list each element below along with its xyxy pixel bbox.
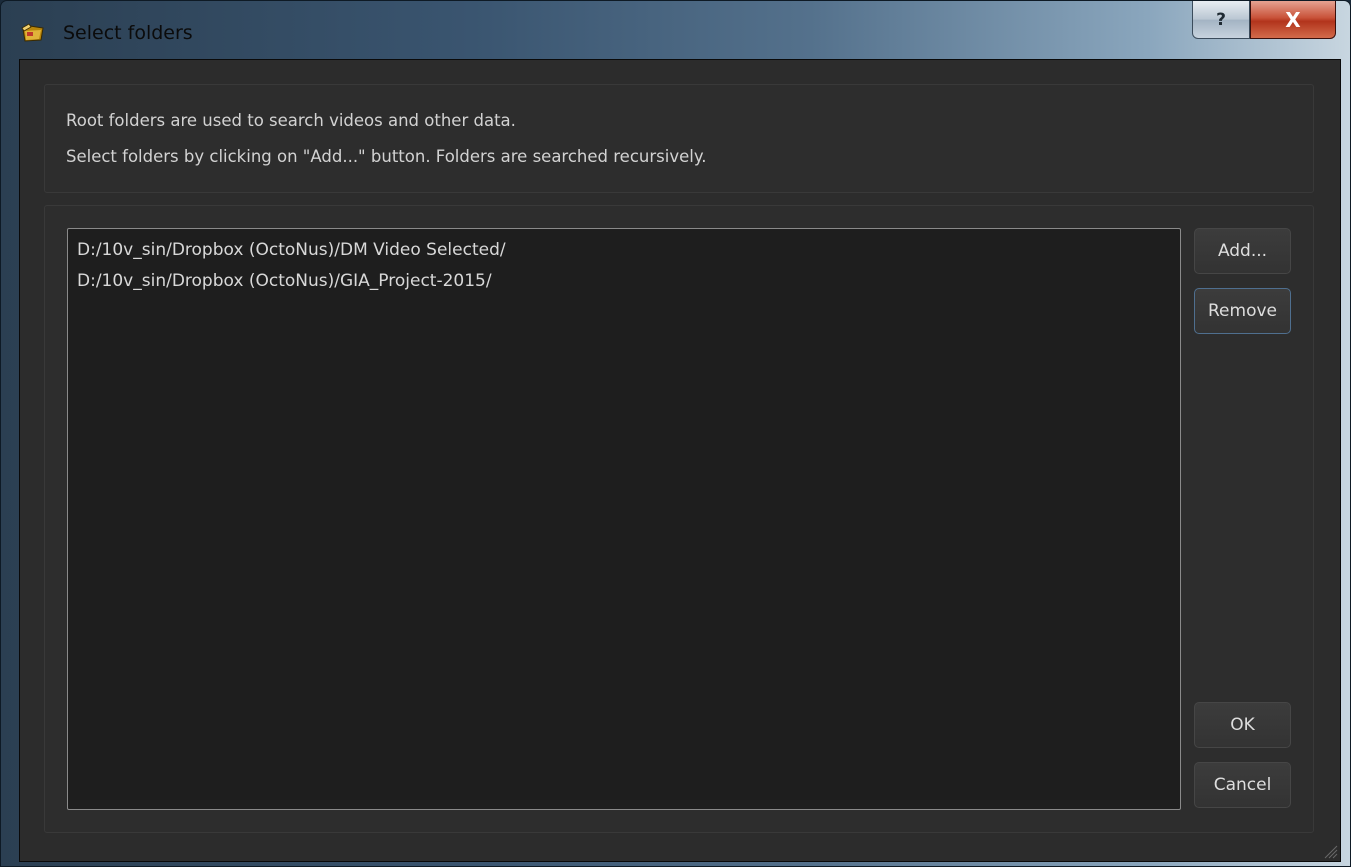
folder-list-item[interactable]: D:/10v_sin/Dropbox (OctoNus)/GIA_Project… [68,266,1180,297]
info-panel: Root folders are used to search videos a… [44,84,1314,193]
title-bar[interactable]: Select folders ? X [1,1,1350,59]
info-text-line-2: Select folders by clicking on "Add..." b… [66,147,707,166]
info-text-line-1: Root folders are used to search videos a… [66,111,516,130]
help-button[interactable]: ? [1192,1,1250,39]
close-icon: X [1285,7,1301,32]
dialog-body: Root folders are used to search videos a… [19,59,1341,862]
ok-button[interactable]: OK [1194,702,1291,748]
folders-panel: D:/10v_sin/Dropbox (OctoNus)/DM Video Se… [44,205,1314,833]
folder-list-item[interactable]: D:/10v_sin/Dropbox (OctoNus)/DM Video Se… [68,235,1180,266]
help-icon: ? [1216,9,1226,30]
add-button[interactable]: Add... [1194,228,1291,274]
window-title: Select folders [63,22,193,44]
app-folder-icon [21,23,45,43]
folder-list[interactable]: D:/10v_sin/Dropbox (OctoNus)/DM Video Se… [67,228,1181,810]
remove-button[interactable]: Remove [1194,288,1291,334]
cancel-button[interactable]: Cancel [1194,762,1291,808]
dialog-window: Select folders ? X Root folders are used… [0,0,1351,867]
close-button[interactable]: X [1250,1,1336,39]
resize-grip-icon[interactable] [1320,841,1338,859]
caption-buttons: ? X [1192,1,1336,41]
